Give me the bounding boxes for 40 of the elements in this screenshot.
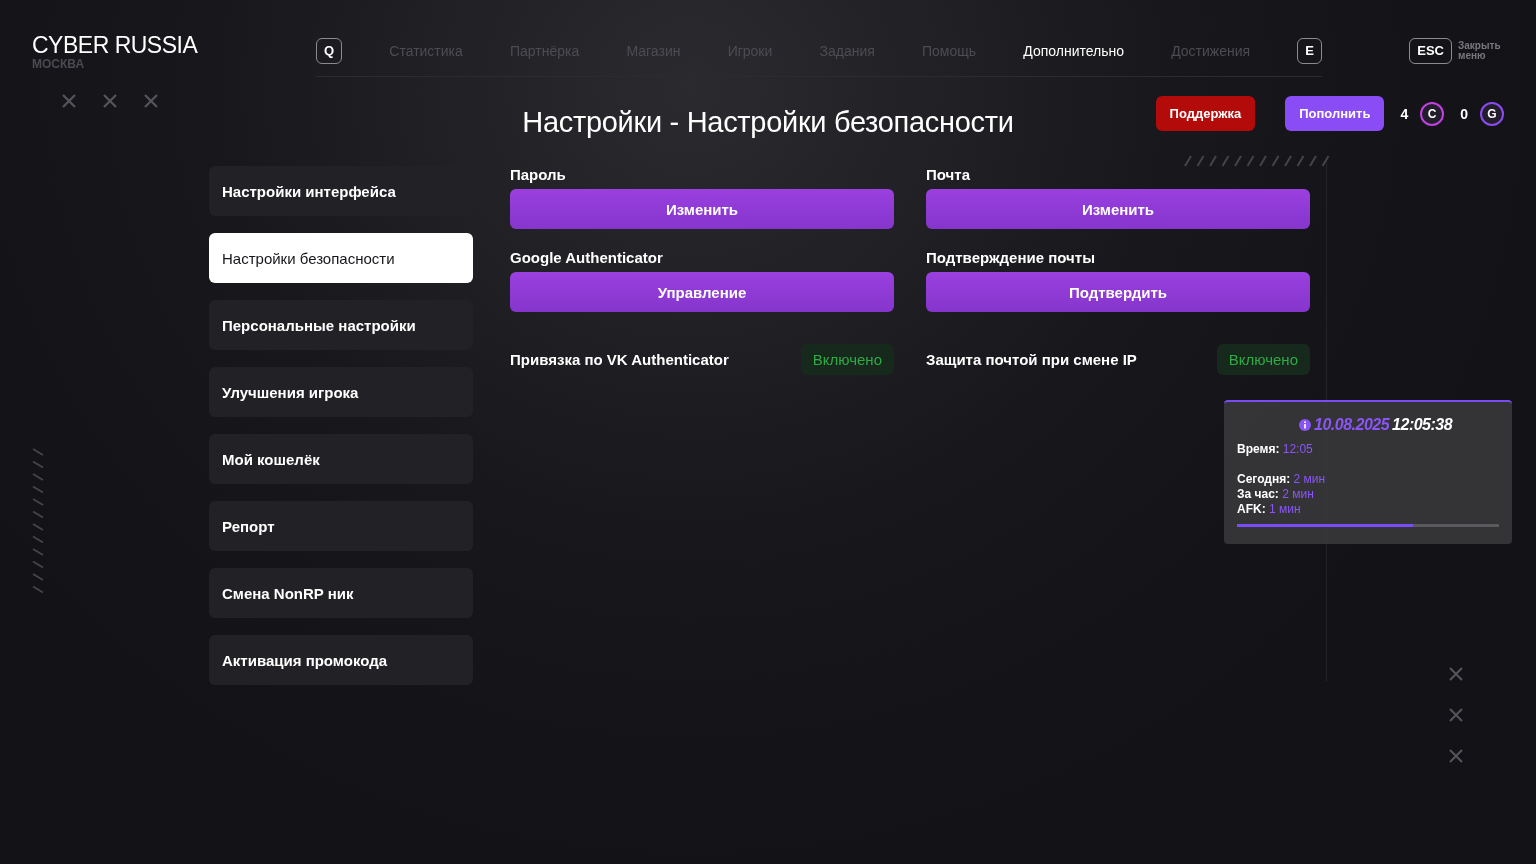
sidebar-item[interactable]: Персональные настройки <box>209 300 473 350</box>
sidebar-item[interactable]: Мой кошелёк <box>209 434 473 484</box>
stat-line: За час: 2 мин <box>1237 487 1315 502</box>
currency-amount: 4 <box>1400 105 1409 122</box>
status-badge: Включено <box>800 344 894 375</box>
setting-button[interactable]: Изменить <box>510 189 894 229</box>
currency-amount: 0 <box>1460 105 1468 122</box>
sidebar-item[interactable]: Смена NonRP ник <box>209 568 473 618</box>
stat-line: Сегодня: 2 мин <box>1237 472 1327 487</box>
session-date: 10.08.2025 <box>1314 416 1390 434</box>
setting-button[interactable]: Изменить <box>926 189 1310 229</box>
setting-button[interactable]: Подтвердить <box>926 272 1310 312</box>
brand-title: CYBER RUSSIA <box>32 32 199 58</box>
key-hint[interactable]: E <box>1297 38 1322 64</box>
page-title: Настройки - Настройки безопасности <box>522 105 1014 139</box>
stat-line: AFK: 1 мин <box>1237 502 1302 517</box>
key-hint[interactable]: ESC <box>1409 38 1452 64</box>
currency-coin: C <box>1420 101 1445 126</box>
setting-button[interactable]: Управление <box>510 272 894 312</box>
key-hint[interactable]: Q <box>316 38 343 64</box>
session-time: 12:05:38 <box>1392 416 1453 434</box>
sidebar-item[interactable]: Активация промокода <box>209 635 473 685</box>
support-button[interactable]: Поддержка <box>1155 96 1256 131</box>
sidebar-item[interactable]: Настройки безопасности <box>209 233 473 283</box>
nav-tab[interactable]: Дополнительно <box>1023 43 1124 59</box>
setting-label: Пароль <box>510 166 567 183</box>
status-badge: Включено <box>1216 344 1310 375</box>
city-label: МОСКВА <box>32 58 86 70</box>
topup-button[interactable]: Пополнить <box>1285 96 1385 131</box>
close-menu-label[interactable]: Закрыть меню <box>1458 41 1504 61</box>
setting-label: Подтверждение почты <box>926 249 1096 266</box>
info-icon <box>1299 419 1311 431</box>
sidebar-item[interactable]: Улучшения игрока <box>209 367 473 417</box>
setting-label: Google Authenticator <box>510 249 664 266</box>
currency-coin: G <box>1480 101 1504 126</box>
sidebar-item[interactable]: Репорт <box>209 501 473 551</box>
setting-label: Почта <box>926 166 971 183</box>
setting-label: Защита почтой при смене IP <box>926 351 1137 368</box>
setting-label: Привязка по VK Authenticator <box>510 351 729 368</box>
clock-line: Время: 12:05 <box>1237 442 1314 457</box>
